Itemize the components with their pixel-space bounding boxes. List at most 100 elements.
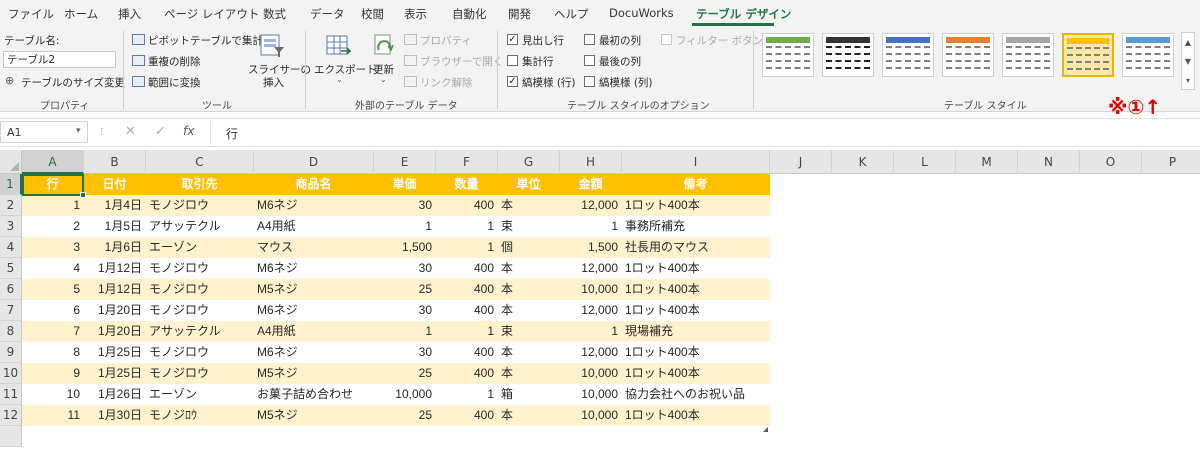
table-cell-date[interactable]: 1月20日 xyxy=(84,321,146,342)
table-cell-vendor[interactable]: モノジロウ xyxy=(146,258,254,279)
column-header-j[interactable]: J xyxy=(770,150,832,174)
table-cell-date[interactable]: 1月30日 xyxy=(84,405,146,426)
header-row-checkbox[interactable]: ✓ xyxy=(507,34,518,45)
table-cell-amount[interactable]: 1 xyxy=(560,216,622,237)
column-header-i[interactable]: I xyxy=(622,150,770,174)
table-cell-row[interactable]: 9 xyxy=(22,363,84,384)
table-cell-vendor[interactable]: アサッテクル xyxy=(146,321,254,342)
table-cell-note[interactable]: 社長用のマウス xyxy=(622,237,770,258)
table-cell-amount[interactable]: 10,000 xyxy=(560,279,622,300)
column-header-p[interactable]: P xyxy=(1142,150,1200,174)
table-cell-quantity[interactable]: 400 xyxy=(436,363,498,384)
table-cell-unit[interactable]: 本 xyxy=(498,195,560,216)
table-cell-row[interactable]: 8 xyxy=(22,342,84,363)
table-cell-amount[interactable]: 10,000 xyxy=(560,405,622,426)
row-header[interactable]: 2 xyxy=(0,195,22,216)
table-cell-note[interactable]: 1ロット400本 xyxy=(622,342,770,363)
table-cell-note[interactable]: 1ロット400本 xyxy=(622,405,770,426)
table-cell-quantity[interactable]: 400 xyxy=(436,342,498,363)
table-cell-note[interactable]: 協力会社へのお祝い品 xyxy=(622,384,770,405)
table-cell-quantity[interactable]: 1 xyxy=(436,216,498,237)
table-cell-note[interactable]: 1ロット400本 xyxy=(622,279,770,300)
column-header-f[interactable]: F xyxy=(436,150,498,174)
table-cell-date[interactable]: 1月26日 xyxy=(84,384,146,405)
table-cell-unit[interactable]: 本 xyxy=(498,342,560,363)
table-cell-amount[interactable]: 10,000 xyxy=(560,384,622,405)
menu-help[interactable]: ヘルプ xyxy=(554,6,589,22)
table-cell-vendor[interactable]: エーゾン xyxy=(146,384,254,405)
table-style-swatch[interactable] xyxy=(1002,33,1054,77)
table-style-swatch[interactable] xyxy=(942,33,994,77)
table-cell-quantity[interactable]: 400 xyxy=(436,279,498,300)
table-cell-unit-price[interactable]: 25 xyxy=(374,363,436,384)
table-header-date[interactable]: 日付 xyxy=(84,174,146,195)
open-in-browser-button[interactable]: ブラウザーで開く xyxy=(420,54,503,69)
table-cell-unit[interactable]: 本 xyxy=(498,300,560,321)
row-header[interactable]: 10 xyxy=(0,363,22,384)
slicer-label-2[interactable]: 挿入 xyxy=(263,75,284,90)
column-header-l[interactable]: L xyxy=(894,150,956,174)
table-cell-row[interactable]: 7 xyxy=(22,321,84,342)
table-cell-note[interactable]: 事務所補充 xyxy=(622,216,770,237)
column-header-b[interactable]: B xyxy=(84,150,146,174)
table-cell-note[interactable]: 1ロット400本 xyxy=(622,363,770,384)
table-cell-product[interactable]: マウス xyxy=(254,237,374,258)
table-cell-row[interactable]: 1 xyxy=(22,195,84,216)
table-cell-unit[interactable]: 本 xyxy=(498,363,560,384)
table-cell-unit-price[interactable]: 1 xyxy=(374,216,436,237)
table-cell-product[interactable]: M6ネジ xyxy=(254,342,374,363)
menu-view[interactable]: 表示 xyxy=(404,6,427,22)
table-cell-unit[interactable]: 束 xyxy=(498,321,560,342)
table-header-quantity[interactable]: 数量 xyxy=(436,174,498,195)
row-header[interactable]: 3 xyxy=(0,216,22,237)
table-cell-vendor[interactable]: モノジﾛｳ xyxy=(146,405,254,426)
column-header-k[interactable]: K xyxy=(832,150,894,174)
table-cell-unit[interactable]: 本 xyxy=(498,405,560,426)
table-cell-product[interactable]: A4用紙 xyxy=(254,216,374,237)
table-cell-product[interactable]: M5ネジ xyxy=(254,279,374,300)
convert-to-range-button[interactable]: 範囲に変換 xyxy=(148,75,201,90)
fill-handle[interactable] xyxy=(80,192,86,198)
name-box[interactable]: A1 xyxy=(0,121,88,143)
external-properties-button[interactable]: プロパティ xyxy=(420,33,472,48)
row-header[interactable]: 11 xyxy=(0,384,22,405)
table-cell-amount[interactable]: 12,000 xyxy=(560,300,622,321)
table-cell-row[interactable]: 4 xyxy=(22,258,84,279)
table-cell-unit-price[interactable]: 30 xyxy=(374,258,436,279)
table-cell-amount[interactable]: 12,000 xyxy=(560,195,622,216)
table-cell-unit-price[interactable]: 25 xyxy=(374,279,436,300)
column-header-n[interactable]: N xyxy=(1018,150,1080,174)
table-cell-unit-price[interactable]: 25 xyxy=(374,405,436,426)
table-cell-row[interactable]: 6 xyxy=(22,300,84,321)
table-cell-vendor[interactable]: モノジロウ xyxy=(146,279,254,300)
table-header-unit-price[interactable]: 単価 xyxy=(374,174,436,195)
function-icon[interactable]: fx xyxy=(183,124,194,138)
table-cell-amount[interactable]: 10,000 xyxy=(560,363,622,384)
filter-button-checkbox[interactable] xyxy=(661,34,672,45)
menu-developer[interactable]: 開発 xyxy=(508,6,531,22)
table-cell-unit[interactable]: 束 xyxy=(498,216,560,237)
table-cell-unit-price[interactable]: 30 xyxy=(374,195,436,216)
menu-page-layout[interactable]: ページ レイアウト xyxy=(164,6,259,22)
table-cell-unit-price[interactable]: 1,500 xyxy=(374,237,436,258)
table-cell-vendor[interactable]: モノジロウ xyxy=(146,342,254,363)
table-cell-vendor[interactable]: モノジロウ xyxy=(146,300,254,321)
table-cell-product[interactable]: M6ネジ xyxy=(254,300,374,321)
table-cell-date[interactable]: 1月6日 xyxy=(84,237,146,258)
menu-docuworks[interactable]: DocuWorks xyxy=(609,6,674,20)
row-header[interactable]: 12 xyxy=(0,405,22,426)
table-cell-product[interactable]: M5ネジ xyxy=(254,363,374,384)
table-cell-date[interactable]: 1月25日 xyxy=(84,363,146,384)
menu-data[interactable]: データ xyxy=(310,6,345,22)
enter-icon[interactable]: ✓ xyxy=(155,124,166,139)
table-cell-note[interactable]: 1ロット400本 xyxy=(622,258,770,279)
table-cell-unit-price[interactable]: 10,000 xyxy=(374,384,436,405)
table-header-amount[interactable]: 金額 xyxy=(560,174,622,195)
table-cell-vendor[interactable]: モノジロウ xyxy=(146,195,254,216)
first-column-checkbox[interactable] xyxy=(584,34,595,45)
table-cell-row[interactable]: 10 xyxy=(22,384,84,405)
row-header[interactable]: 9 xyxy=(0,342,22,363)
table-cell-product[interactable]: A4用紙 xyxy=(254,321,374,342)
table-cell-quantity[interactable]: 400 xyxy=(436,195,498,216)
table-cell-unit[interactable]: 本 xyxy=(498,279,560,300)
